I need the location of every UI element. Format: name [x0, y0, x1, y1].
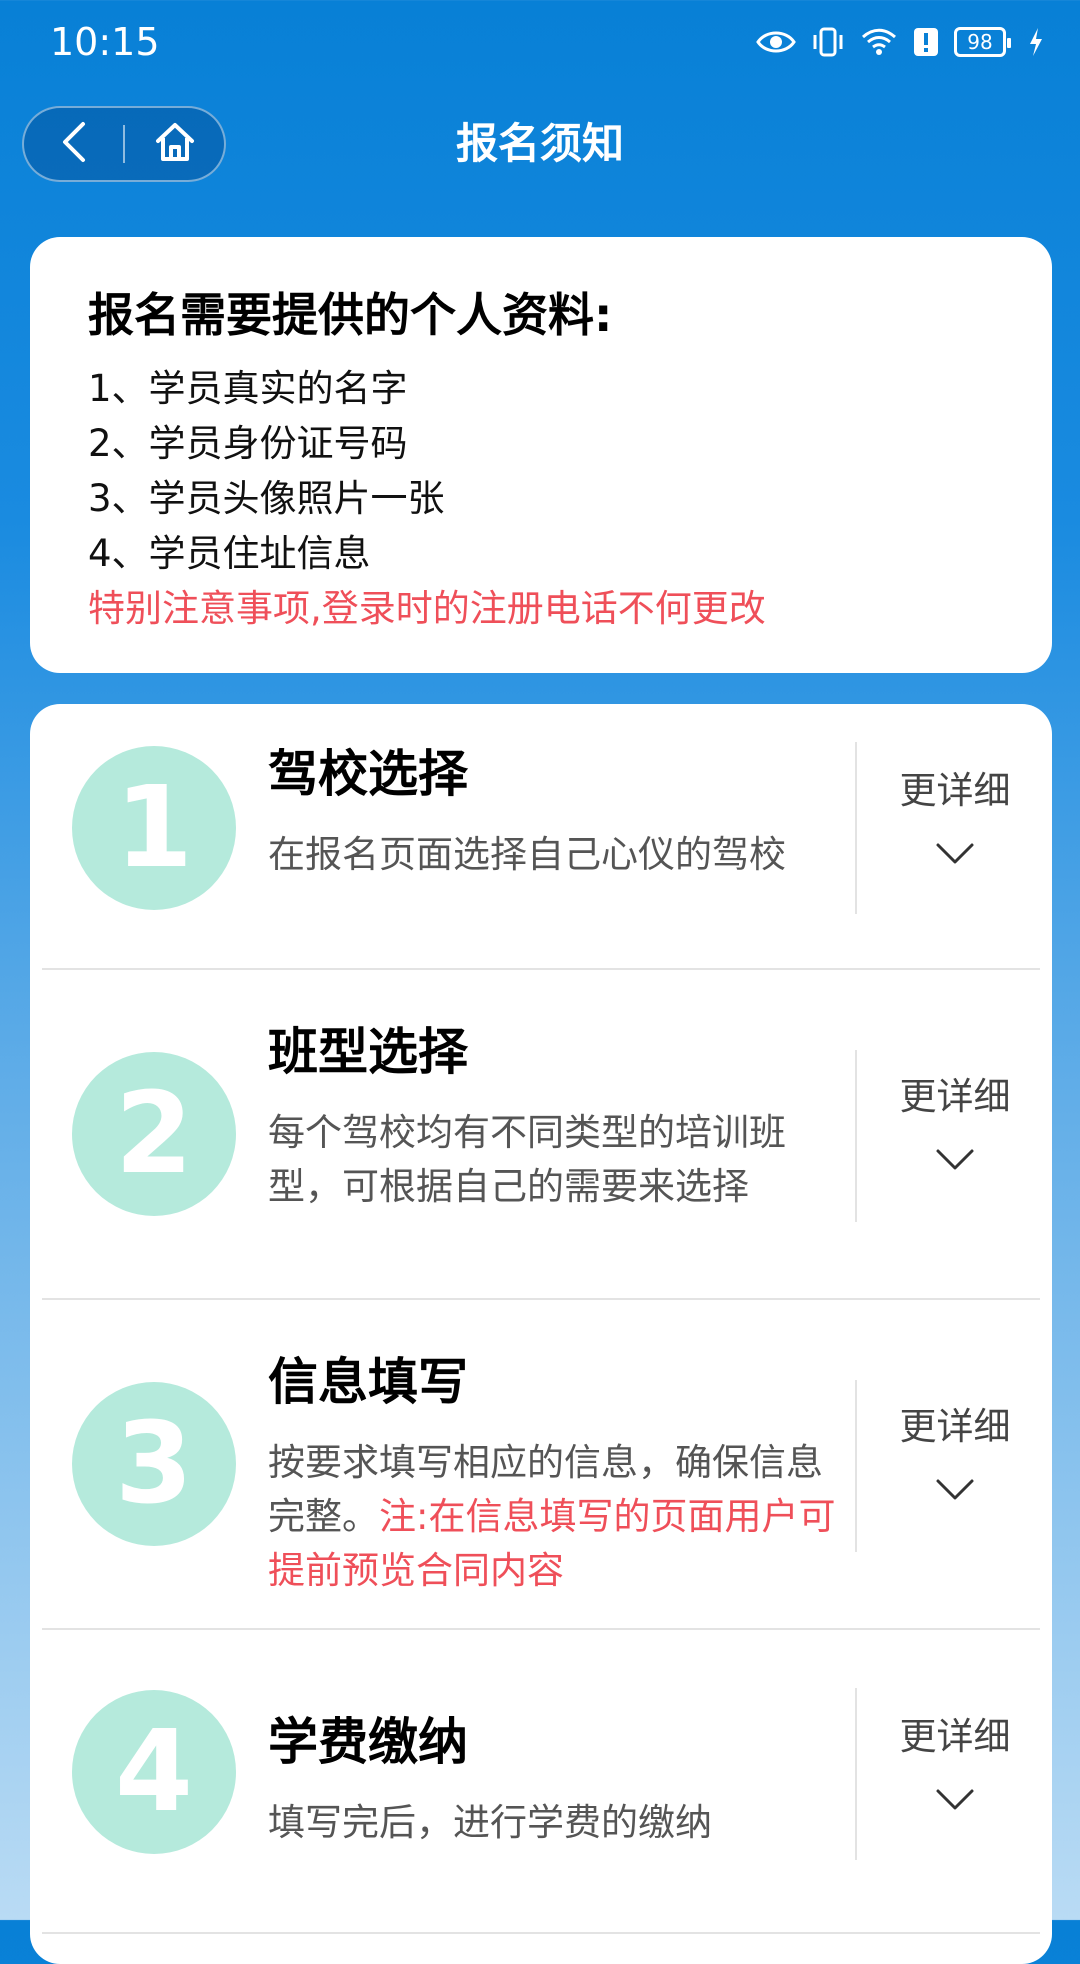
step-item: 2 班型选择 每个驾校均有不同类型的培训班型，可根据自己的需要来选择 更详细 — [30, 970, 1052, 1300]
step-title: 学费缴纳 — [268, 1713, 468, 1771]
more-details-label: 更详细 — [899, 1405, 1011, 1448]
more-details-button[interactable]: 更详细 — [870, 1712, 1040, 1812]
chevron-down-icon — [936, 1149, 974, 1170]
step-item: 4 学费缴纳 填写完后，进行学费的缴纳 更详细 — [30, 1630, 1052, 1934]
info-title: 报名需要提供的个人资料: — [88, 288, 613, 342]
info-card: 报名需要提供的个人资料: 1、学员真实的名字 2、学员身份证号码 3、学员头像照… — [30, 237, 1052, 673]
chevron-down-icon — [936, 843, 974, 864]
more-details-label: 更详细 — [899, 1715, 1011, 1758]
more-details-button[interactable]: 更详细 — [870, 766, 1040, 866]
more-details-button[interactable]: 更详细 — [870, 1402, 1040, 1502]
step-description-text: 在报名页面选择自己心仪的驾校 — [268, 833, 786, 876]
step-item: 3 信息填写 按要求填写相应的信息，确保信息完整。注:在信息填写的页面用户可提前… — [30, 1300, 1052, 1630]
chevron-down-icon — [936, 1789, 974, 1810]
step-title: 班型选择 — [268, 1023, 468, 1081]
step-separator — [855, 1380, 857, 1552]
more-details-button[interactable]: 更详细 — [870, 1072, 1040, 1172]
status-bar: 10:15 98 — [0, 0, 1080, 90]
status-icons: 98 — [756, 22, 1044, 62]
alert-icon — [912, 26, 940, 58]
step-separator — [855, 1050, 857, 1222]
step-title: 驾校选择 — [268, 745, 468, 803]
more-details-label: 更详细 — [899, 1075, 1011, 1118]
step-divider — [42, 1932, 1040, 1934]
chevron-down-icon — [936, 1479, 974, 1500]
eye-icon — [756, 28, 796, 56]
step-separator — [855, 742, 857, 914]
info-item: 2、学员身份证号码 — [88, 422, 408, 465]
step-description: 按要求填写相应的信息，确保信息完整。注:在信息填写的页面用户可提前预览合同内容 — [268, 1436, 848, 1598]
step-item: 1 驾校选择 在报名页面选择自己心仪的驾校 更详细 — [30, 704, 1052, 970]
step-number-badge: 2 — [72, 1052, 236, 1216]
step-title: 信息填写 — [268, 1353, 468, 1411]
step-number-badge: 4 — [72, 1690, 236, 1854]
step-number-badge: 1 — [72, 746, 236, 910]
step-description: 填写完后，进行学费的缴纳 — [268, 1796, 848, 1850]
wifi-icon — [860, 27, 898, 57]
page-title: 报名须知 — [455, 119, 624, 168]
charging-icon — [1028, 27, 1044, 57]
vibrate-icon — [810, 26, 846, 58]
steps-card: 1 驾校选择 在报名页面选择自己心仪的驾校 更详细 2 班型选择 每个驾校均有不… — [30, 704, 1052, 1964]
step-description: 在报名页面选择自己心仪的驾校 — [268, 828, 848, 882]
info-item: 3、学员头像照片一张 — [88, 477, 445, 520]
step-separator — [855, 1688, 857, 1860]
battery-icon: 98 — [954, 27, 1011, 57]
more-details-label: 更详细 — [899, 769, 1011, 812]
step-description: 每个驾校均有不同类型的培训班型，可根据自己的需要来选择 — [268, 1106, 848, 1214]
info-warning: 特别注意事项,登录时的注册电话不何更改 — [88, 587, 766, 630]
info-item: 1、学员真实的名字 — [88, 367, 408, 410]
status-time: 10:15 — [50, 20, 160, 64]
step-description-text: 每个驾校均有不同类型的培训班型，可根据自己的需要来选择 — [268, 1111, 786, 1208]
info-item: 4、学员住址信息 — [88, 532, 371, 575]
step-number-badge: 3 — [72, 1382, 236, 1546]
step-description-text: 填写完后，进行学费的缴纳 — [268, 1801, 712, 1844]
